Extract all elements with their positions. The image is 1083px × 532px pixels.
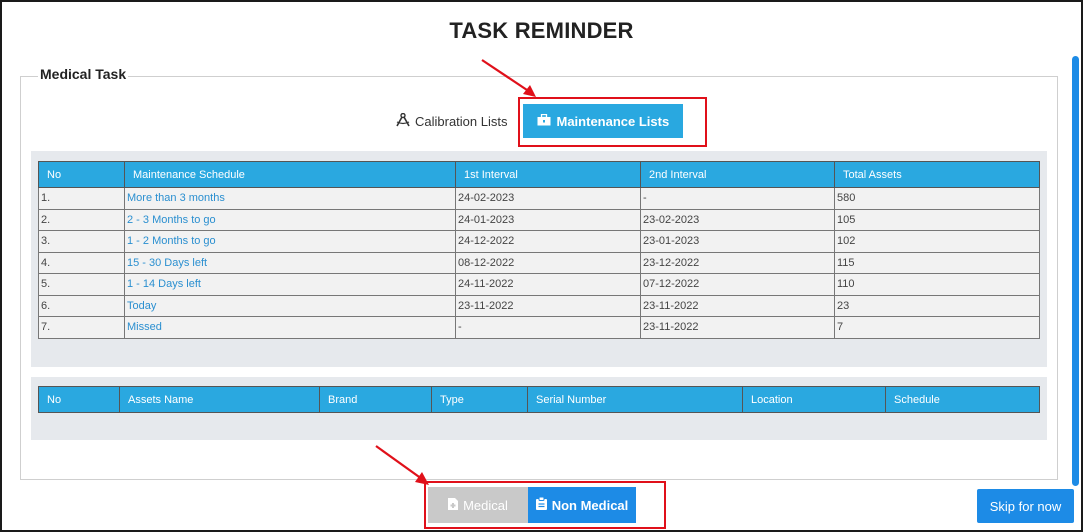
schedule-link[interactable]: 15 - 30 Days left [124, 251, 456, 274]
table-row: 1. More than 3 months 24-02-2023 - 580 [38, 187, 1040, 210]
col-header-serial-number[interactable]: Serial Number [527, 386, 743, 413]
cell-total-assets: 580 [834, 187, 1040, 210]
schedule-link[interactable]: Missed [124, 316, 456, 339]
cell-total-assets: 23 [834, 294, 1040, 317]
cell-first-interval: 24-02-2023 [455, 187, 641, 210]
cell-first-interval: 23-11-2022 [455, 294, 641, 317]
compass-drafting-icon [395, 112, 411, 130]
col-header-schedule[interactable]: Schedule [885, 386, 1040, 413]
col-header-second-interval[interactable]: 2nd Interval [640, 161, 835, 188]
cell-total-assets: 102 [834, 230, 1040, 253]
col-header-schedule[interactable]: Maintenance Schedule [124, 161, 456, 188]
tab-non-medical[interactable]: Non Medical [528, 487, 636, 523]
cell-second-interval: 23-11-2022 [640, 294, 835, 317]
table-row: 7. Missed - 23-11-2022 7 [38, 316, 1040, 339]
cell-no: 4. [38, 251, 125, 274]
cell-second-interval: - [640, 187, 835, 210]
col-header-first-interval[interactable]: 1st Interval [455, 161, 641, 188]
table-row: 5. 1 - 14 Days left 24-11-2022 07-12-202… [38, 273, 1040, 296]
cell-first-interval: 08-12-2022 [455, 251, 641, 274]
cell-total-assets: 7 [834, 316, 1040, 339]
cell-second-interval: 23-02-2023 [640, 208, 835, 231]
cell-no: 6. [38, 294, 125, 317]
maintenance-schedule-table: No Maintenance Schedule 1st Interval 2nd… [38, 161, 1040, 339]
cell-total-assets: 115 [834, 251, 1040, 274]
cell-second-interval: 23-01-2023 [640, 230, 835, 253]
col-header-location[interactable]: Location [742, 386, 886, 413]
schedule-link[interactable]: 1 - 14 Days left [124, 273, 456, 296]
cell-first-interval: - [455, 316, 641, 339]
page-title: TASK REMINDER [449, 18, 634, 43]
cell-first-interval: 24-01-2023 [455, 208, 641, 231]
cell-first-interval: 24-11-2022 [455, 273, 641, 296]
table-row: 6. Today 23-11-2022 23-11-2022 23 [38, 294, 1040, 317]
cell-second-interval: 23-12-2022 [640, 251, 835, 274]
clipboard-icon [535, 496, 547, 513]
table-header-row: No Assets Name Brand Type Serial Number … [38, 386, 1040, 413]
category-tabs: Medical Non Medical [428, 487, 636, 523]
tab-medical-label: Medical [463, 497, 508, 513]
annotation-highlight-box [518, 97, 707, 147]
assets-table: No Assets Name Brand Type Serial Number … [38, 386, 1040, 413]
vertical-scrollbar[interactable] [1072, 56, 1079, 486]
col-header-type[interactable]: Type [431, 386, 528, 413]
cell-second-interval: 07-12-2022 [640, 273, 835, 296]
schedule-link[interactable]: More than 3 months [124, 187, 456, 210]
tab-non-medical-label: Non Medical [551, 497, 629, 513]
col-header-brand[interactable]: Brand [319, 386, 432, 413]
skip-for-now-button[interactable]: Skip for now [977, 489, 1074, 523]
file-medical-icon [448, 497, 459, 513]
col-header-no[interactable]: No [38, 386, 120, 413]
cell-no: 3. [38, 230, 125, 253]
table-row: 2. 2 - 3 Months to go 24-01-2023 23-02-2… [38, 208, 1040, 231]
cell-no: 7. [38, 316, 125, 339]
cell-second-interval: 23-11-2022 [640, 316, 835, 339]
cell-first-interval: 24-12-2022 [455, 230, 641, 253]
cell-no: 1. [38, 187, 125, 210]
col-header-total-assets[interactable]: Total Assets [834, 161, 1040, 188]
annotation-arrow [481, 59, 536, 97]
cell-total-assets: 105 [834, 208, 1040, 231]
col-header-assets-name[interactable]: Assets Name [119, 386, 320, 413]
schedule-link[interactable]: 1 - 2 Months to go [124, 230, 456, 253]
col-header-no[interactable]: No [38, 161, 125, 188]
schedule-link[interactable]: Today [124, 294, 456, 317]
cell-no: 2. [38, 208, 125, 231]
section-legend: Medical Task [38, 66, 129, 82]
schedule-link[interactable]: 2 - 3 Months to go [124, 208, 456, 231]
table-row: 3. 1 - 2 Months to go 24-12-2022 23-01-2… [38, 230, 1040, 253]
cell-total-assets: 110 [834, 273, 1040, 296]
calibration-lists-label: Calibration Lists [415, 113, 508, 129]
cell-no: 5. [38, 273, 125, 296]
calibration-lists-button[interactable]: Calibration Lists [395, 112, 508, 130]
table-header-row: No Maintenance Schedule 1st Interval 2nd… [38, 161, 1040, 188]
tab-medical[interactable]: Medical [428, 487, 528, 523]
table-row: 4. 15 - 30 Days left 08-12-2022 23-12-20… [38, 251, 1040, 274]
